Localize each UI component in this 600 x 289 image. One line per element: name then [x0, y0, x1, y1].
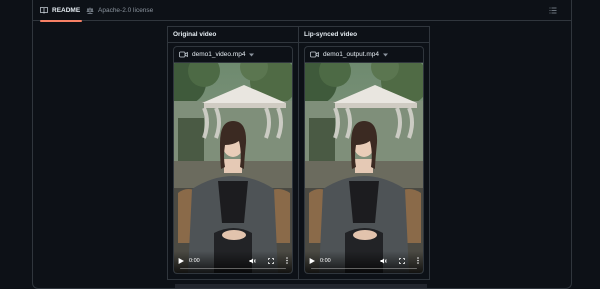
scale-icon [86, 7, 94, 14]
video-header[interactable]: demo1_output.mp4 [305, 47, 423, 63]
column-header-lipsynced: Lip-synced video [298, 26, 430, 43]
video-progress-bar[interactable] [180, 267, 286, 269]
video-player-original: demo1_video.mp4 0:00 [173, 46, 293, 274]
comparison-table: Original video Lip-synced video demo1_vi… [167, 26, 430, 280]
video-thumbnail [174, 63, 292, 273]
video-time: 0:00 [189, 257, 200, 264]
readme-tab-bar: README Apache-2.0 license [32, 0, 572, 22]
video-frame[interactable]: 0:00 [174, 63, 292, 273]
column-header-original: Original video [167, 26, 299, 43]
device-camera-video-icon [179, 51, 188, 58]
table-cell-lipsynced: demo1_output.mp4 0:00 [298, 42, 430, 280]
video-frame[interactable]: 0:00 [305, 63, 423, 273]
video-controls: 0:00 [174, 251, 292, 273]
tab-readme-label: README [52, 7, 81, 14]
book-icon [40, 7, 48, 14]
mute-icon[interactable] [249, 258, 256, 264]
video-filename: demo1_video.mp4 [192, 51, 246, 58]
fullscreen-icon[interactable] [268, 257, 274, 264]
video-thumbnail [305, 63, 423, 273]
next-row-edge [175, 284, 427, 289]
video-time: 0:00 [320, 257, 331, 264]
tab-license[interactable]: Apache-2.0 license [86, 0, 156, 21]
video-filename: demo1_output.mp4 [323, 51, 380, 58]
tab-license-label: Apache-2.0 license [98, 7, 154, 14]
fullscreen-icon[interactable] [399, 257, 405, 264]
video-player-lipsynced: demo1_output.mp4 0:00 [304, 46, 424, 274]
more-options-icon[interactable] [417, 257, 419, 264]
mute-icon[interactable] [380, 258, 387, 264]
play-icon[interactable] [309, 257, 315, 264]
device-camera-video-icon [310, 51, 319, 58]
table-cell-original: demo1_video.mp4 0:00 [167, 42, 299, 280]
video-progress-bar[interactable] [311, 267, 417, 269]
triangle-down-icon[interactable] [249, 53, 255, 57]
tab-readme[interactable]: README [40, 0, 82, 22]
triangle-down-icon[interactable] [383, 53, 389, 57]
outline-button[interactable] [548, 5, 558, 15]
video-controls: 0:00 [305, 251, 423, 273]
play-icon[interactable] [178, 257, 184, 264]
list-icon [549, 1, 557, 19]
more-options-icon[interactable] [286, 257, 288, 264]
video-header[interactable]: demo1_video.mp4 [174, 47, 292, 63]
